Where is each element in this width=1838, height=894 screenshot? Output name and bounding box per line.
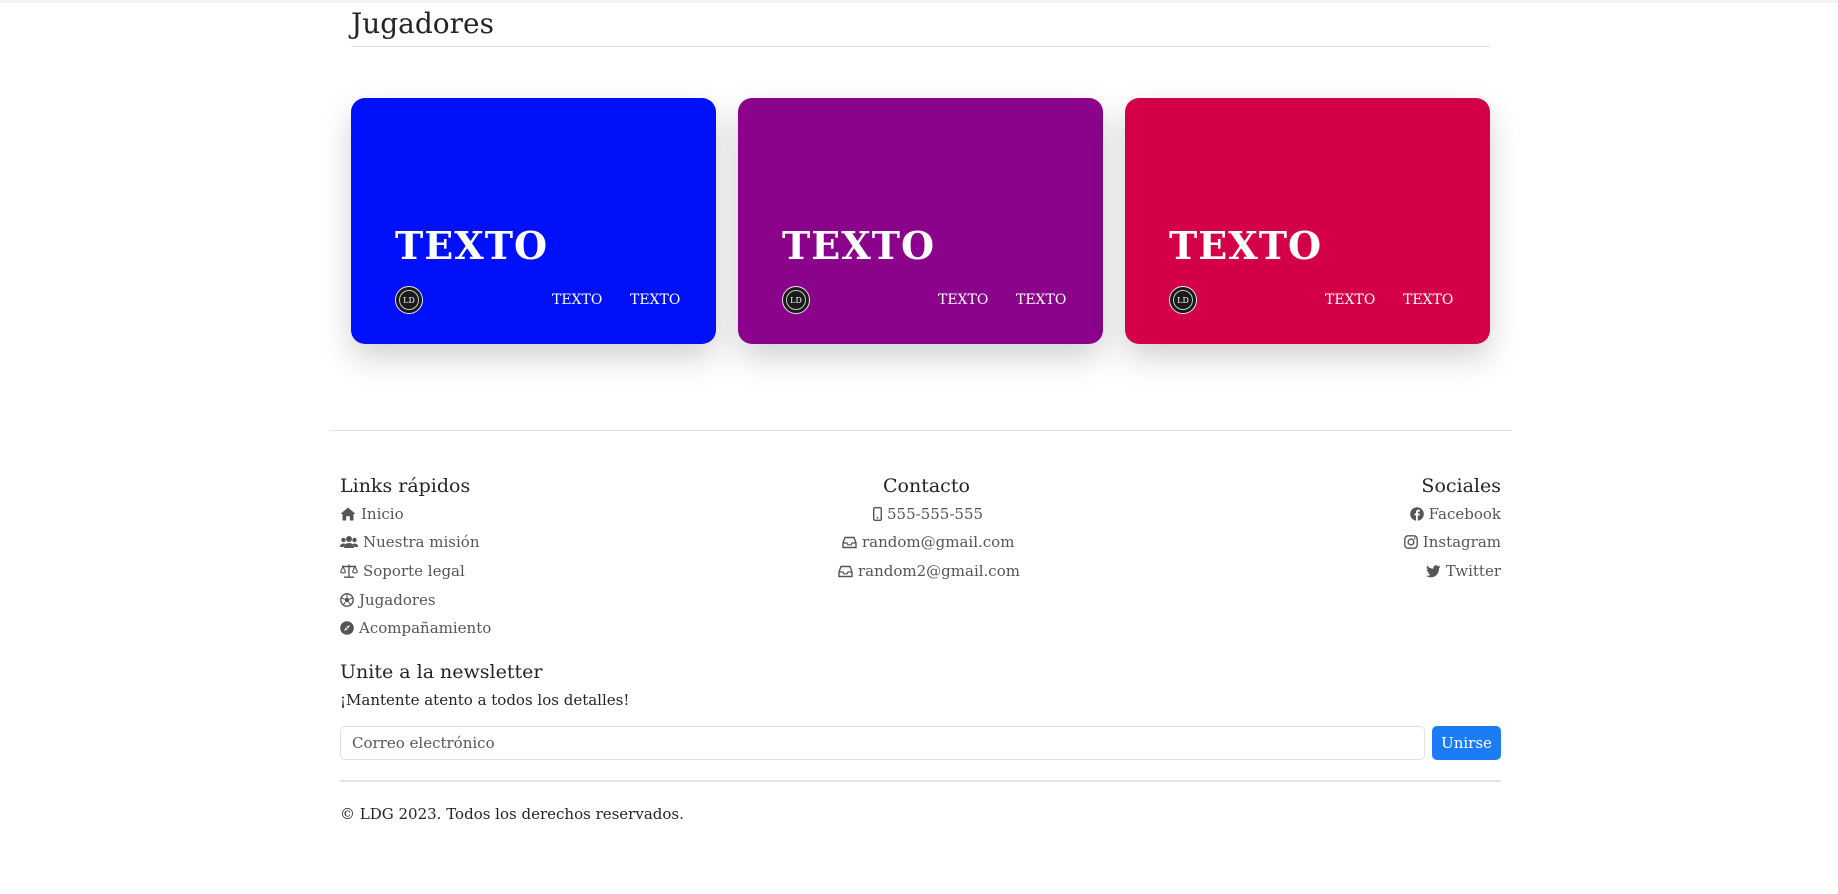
player-card[interactable]: TEXTO LD TEXTO TEXTO [351,98,716,344]
contact-label: random@gmail.com [862,533,1015,551]
footer-link-jugadores[interactable]: Jugadores [340,590,436,610]
footer-link-label: Inicio [361,505,404,523]
card-link-2[interactable]: TEXTO [1403,291,1453,309]
social-twitter[interactable]: Twitter [1425,561,1501,581]
logo-text: LD [399,290,419,310]
social-instagram[interactable]: Instagram [1403,532,1501,552]
page-title: Jugadores [351,7,494,40]
card-link-1[interactable]: TEXTO [938,291,988,309]
compass-icon [340,621,354,635]
inbox-icon [842,536,857,548]
title-divider [351,46,1490,47]
mobile-phone-icon [873,507,882,521]
newsletter-subtitle: ¡Mantente atento a todos los detalles! [340,691,630,709]
facebook-icon [1409,507,1424,521]
contact-heading: Contacto [883,475,970,497]
copyright-divider [340,780,1501,782]
footer-link-soporte[interactable]: Soporte legal [340,561,465,581]
contact-email-2[interactable]: random2@gmail.com [838,561,1020,581]
quick-links-heading: Links rápidos [340,475,471,497]
footer-link-label: Jugadores [359,591,436,609]
social-facebook[interactable]: Facebook [1409,504,1501,524]
footer-link-label: Soporte legal [363,562,465,580]
logo-text: LD [1173,290,1193,310]
player-card[interactable]: TEXTO LD TEXTO TEXTO [738,98,1103,344]
card-title: TEXTO [1169,223,1323,268]
team-logo-icon: LD [782,286,810,314]
social-label: Twitter [1445,562,1501,580]
inbox-icon [838,565,853,577]
team-logo-icon: LD [395,286,423,314]
copyright-text: © LDG 2023. Todos los derechos reservado… [340,805,684,823]
footer-link-mision[interactable]: Nuestra misión [340,532,479,552]
contact-label: 555-555-555 [887,505,984,523]
newsletter-join-button[interactable]: Unirse [1432,726,1501,760]
footer-link-inicio[interactable]: Inicio [340,504,404,524]
card-link-1[interactable]: TEXTO [552,291,602,309]
card-link-2[interactable]: TEXTO [1016,291,1066,309]
socials-heading: Sociales [1421,475,1501,497]
team-logo-icon: LD [1169,286,1197,314]
logo-text: LD [786,290,806,310]
card-title: TEXTO [395,223,549,268]
house-icon [340,507,356,521]
social-label: Facebook [1428,505,1501,523]
footer-link-label: Acompañamiento [359,619,492,637]
social-label: Instagram [1422,533,1501,551]
card-link-1[interactable]: TEXTO [1325,291,1375,309]
instagram-icon [1403,535,1418,549]
contact-phone[interactable]: 555-555-555 [873,504,983,524]
contact-label: random2@gmail.com [858,562,1020,580]
twitter-icon [1425,564,1441,577]
soccer-ball-icon [340,593,354,607]
footer-link-label: Nuestra misión [363,533,480,551]
footer-divider [330,430,1512,431]
card-title: TEXTO [782,223,936,268]
newsletter-heading: Unite a la newsletter [340,661,543,683]
newsletter-email-input[interactable] [340,726,1425,760]
card-link-2[interactable]: TEXTO [630,291,680,309]
users-icon [340,536,358,548]
top-border [0,0,1838,3]
scale-icon [340,564,358,578]
player-card[interactable]: TEXTO LD TEXTO TEXTO [1125,98,1490,344]
contact-email-1[interactable]: random@gmail.com [842,532,1014,552]
footer-link-acompanamiento[interactable]: Acompañamiento [340,618,491,638]
